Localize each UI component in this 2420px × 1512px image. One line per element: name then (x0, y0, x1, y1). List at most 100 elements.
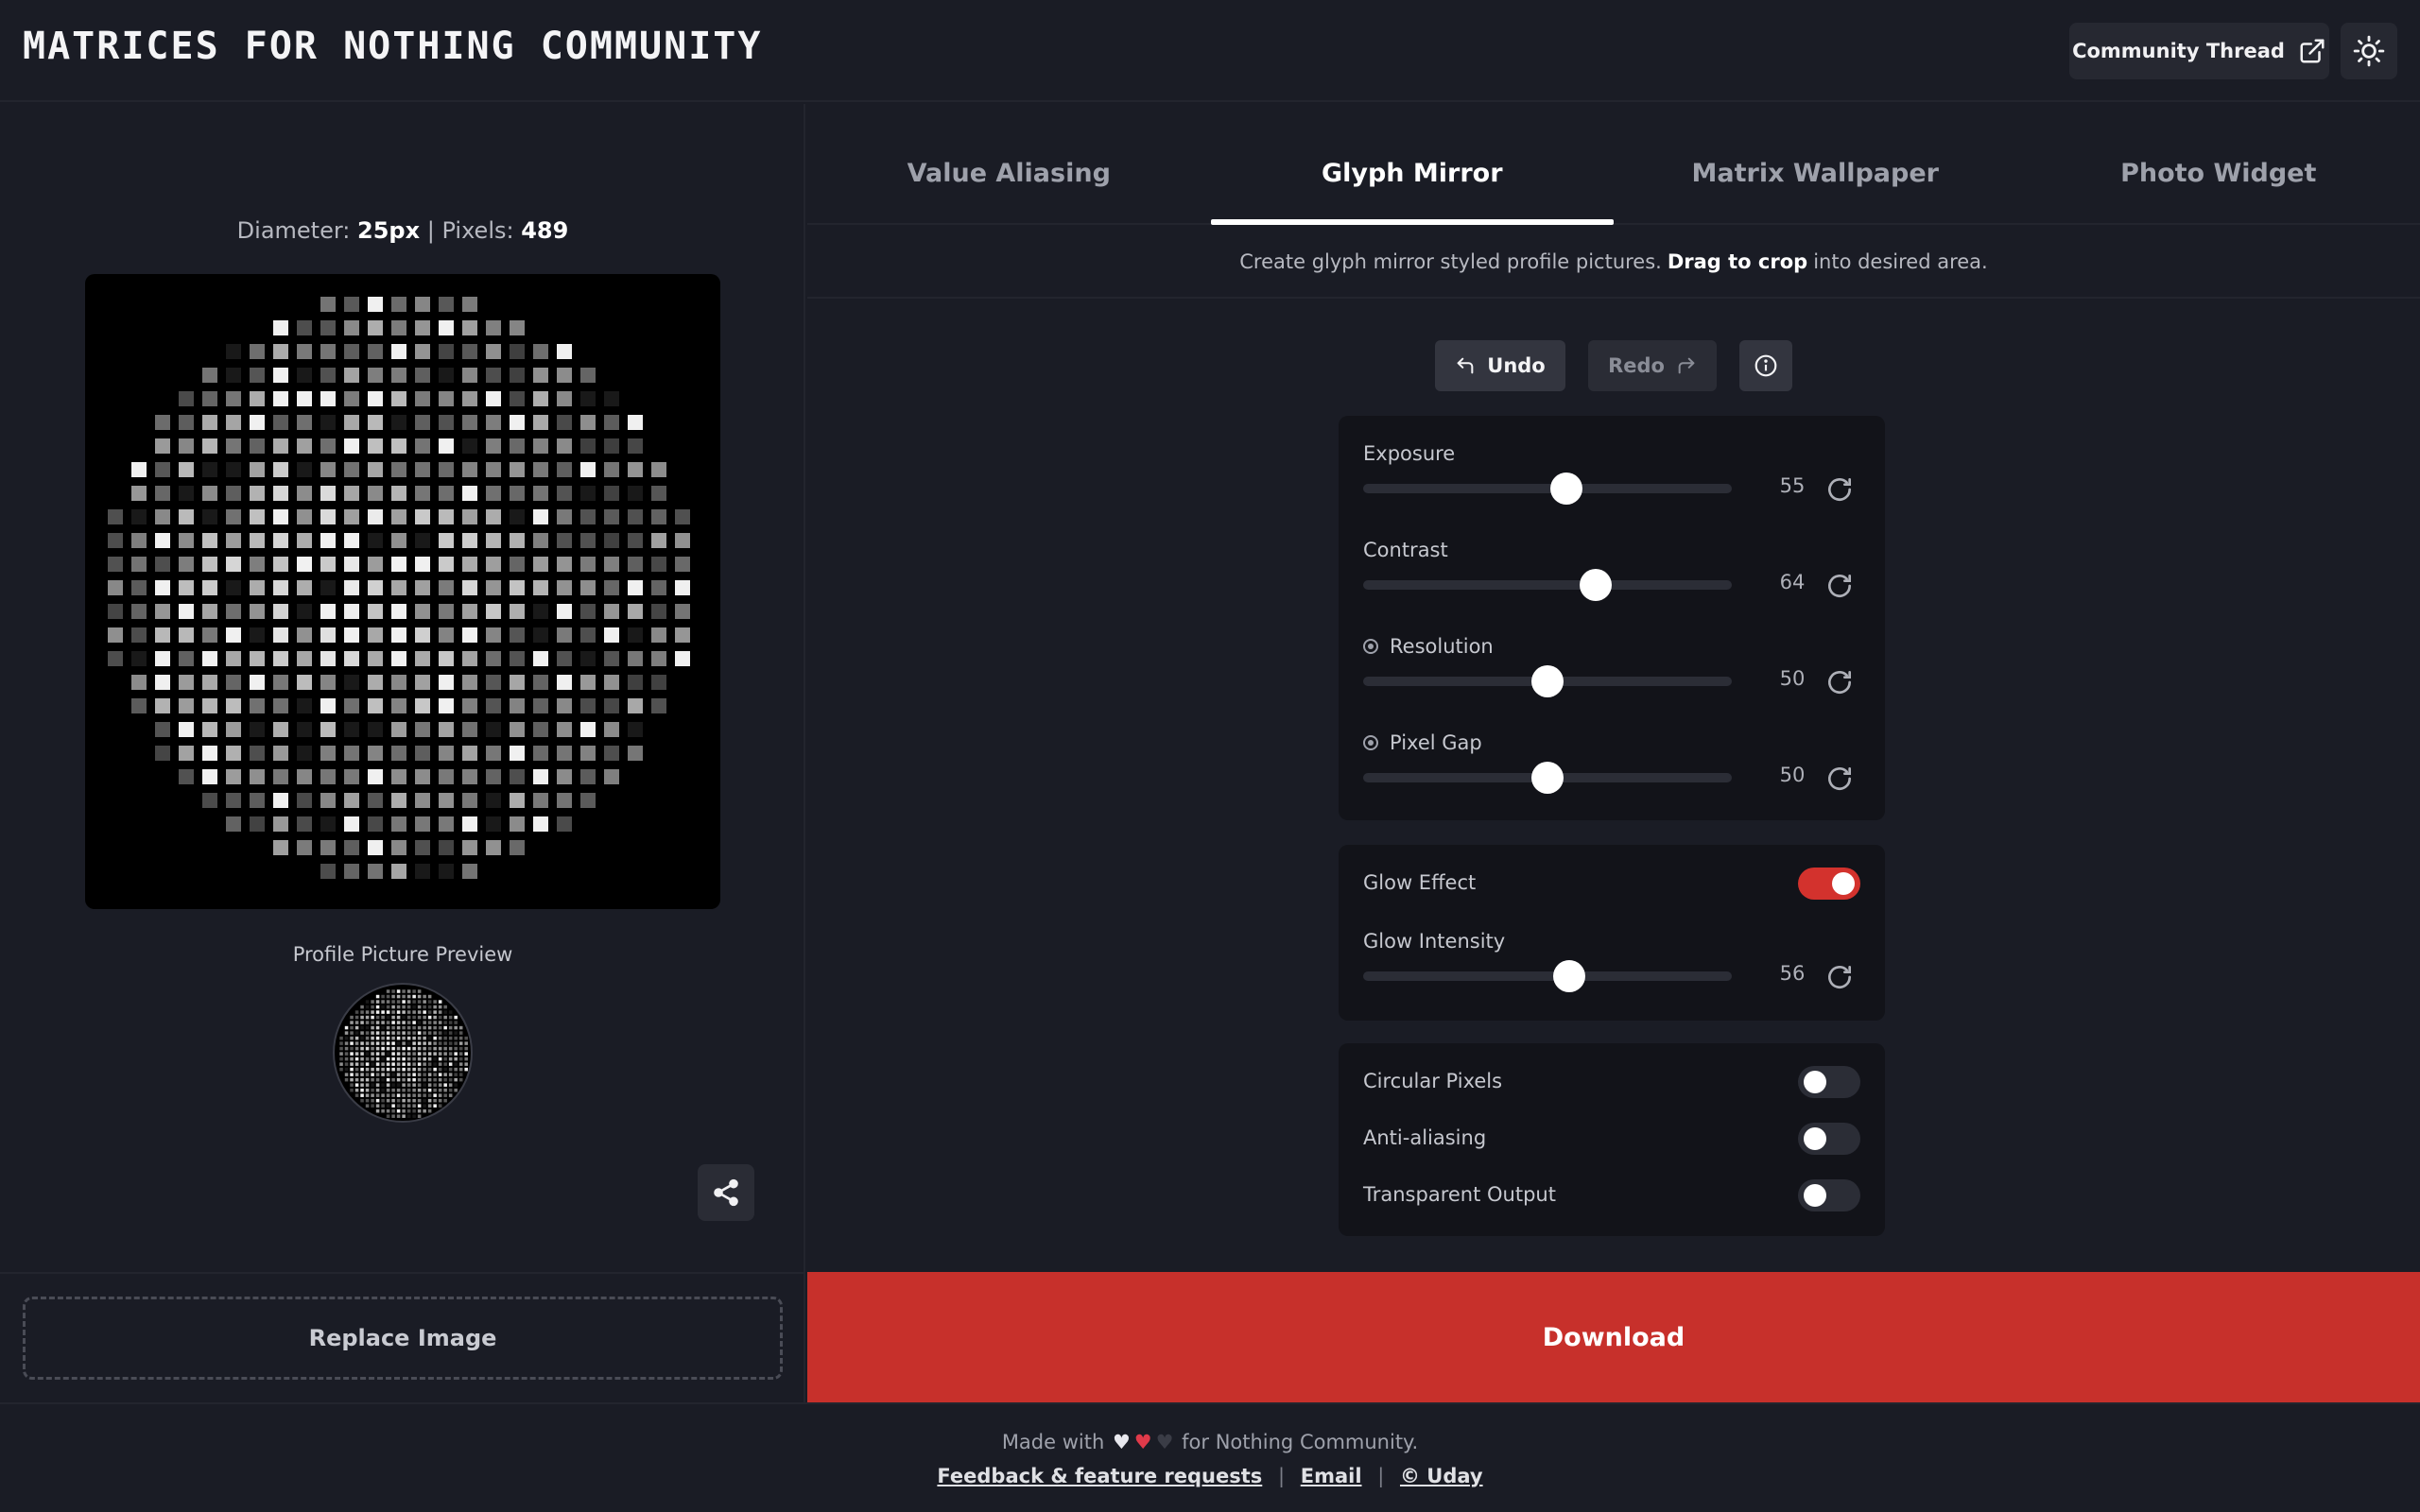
matrix-pixel (427, 1005, 432, 1009)
redo-button[interactable]: Redo (1588, 340, 1717, 391)
matrix-pixel (628, 746, 643, 761)
matrix-pixel (375, 1108, 380, 1113)
matrix-pixel (131, 698, 147, 713)
tab-glyph-mirror[interactable]: Glyph Mirror (1210, 104, 1615, 225)
info-button[interactable] (1739, 340, 1792, 391)
matrix-pixel (458, 1067, 463, 1072)
matrix-pixel (427, 1031, 432, 1035)
tagline-end: into desired area. (1813, 250, 1988, 273)
glyph-crop-canvas[interactable] (85, 274, 720, 909)
glow-intensity-thumb[interactable] (1553, 960, 1586, 992)
matrix-pixel (510, 722, 525, 737)
matrix-pixel (250, 675, 265, 690)
transparent-output-toggle[interactable] (1798, 1179, 1860, 1211)
matrix-pixel (448, 1041, 453, 1045)
reset-icon[interactable] (1824, 764, 1855, 794)
reset-icon[interactable] (1824, 667, 1855, 697)
matrix-pixel (391, 509, 406, 524)
glyph-matrix-image[interactable] (85, 274, 720, 909)
exposure-thumb[interactable] (1549, 472, 1582, 505)
exposure-slider[interactable] (1363, 472, 1732, 505)
feedback-link[interactable]: Feedback & feature requests (937, 1465, 1262, 1487)
reset-icon[interactable] (1824, 962, 1855, 992)
author-link[interactable]: © Uday (1400, 1465, 1483, 1487)
share-button[interactable] (698, 1164, 754, 1221)
matrix-pixel (375, 1010, 380, 1014)
matrix-pixel (557, 675, 572, 690)
glow-effect-toggle[interactable] (1798, 868, 1860, 900)
pixel-gap-radio-icon[interactable] (1363, 735, 1378, 750)
matrix-pixel (415, 391, 430, 406)
reset-icon[interactable] (1824, 474, 1855, 505)
app-logo[interactable]: MATRICES FOR NOTHING COMMUNITY (23, 25, 762, 68)
matrix-pixel (402, 1036, 406, 1040)
community-thread-button[interactable]: Community Thread (2069, 23, 2329, 79)
resolution-radio-icon[interactable] (1363, 639, 1378, 654)
pixel-gap-thumb[interactable] (1531, 762, 1564, 794)
matrix-pixel (443, 1057, 447, 1061)
matrix-pixel (439, 864, 454, 879)
replace-image-button[interactable]: Replace Image (23, 1297, 783, 1380)
matrix-pixel (462, 840, 477, 855)
tab-matrix-wallpaper[interactable]: Matrix Wallpaper (1614, 104, 2017, 223)
matrix-pixel (250, 557, 265, 572)
matrix-pixel (443, 1025, 447, 1030)
pixel-gap-slider[interactable] (1363, 762, 1732, 794)
matrix-pixel (427, 1025, 432, 1030)
resolution-slider[interactable] (1363, 665, 1732, 697)
matrix-pixel (423, 1031, 426, 1035)
matrix-pixel (443, 1083, 447, 1087)
matrix-pixel (402, 1088, 406, 1092)
matrix-pixel (580, 438, 596, 454)
theme-toggle-button[interactable] (2341, 23, 2397, 79)
matrix-pixel (273, 462, 288, 477)
matrix-pixel (443, 1062, 447, 1066)
download-button[interactable]: Download (807, 1272, 2420, 1402)
matrix-pixel (344, 580, 359, 595)
matrix-pixel (354, 1052, 359, 1056)
matrix-pixel (396, 1077, 401, 1082)
email-link[interactable]: Email (1301, 1465, 1362, 1487)
matrix-pixel (433, 1025, 437, 1030)
matrix-pixel (371, 1025, 374, 1030)
tab-value-aliasing[interactable]: Value Aliasing (807, 104, 1211, 223)
matrix-pixel (651, 627, 666, 643)
contrast-thumb[interactable] (1579, 569, 1612, 601)
matrix-pixel (391, 816, 406, 832)
matrix-pixel (108, 604, 123, 619)
circular-pixels-toggle[interactable] (1798, 1066, 1860, 1098)
matrix-pixel (580, 462, 596, 477)
matrix-pixel (651, 675, 666, 690)
matrix-pixel (273, 368, 288, 383)
matrix-pixel (423, 1104, 426, 1108)
matrix-pixel (448, 1010, 453, 1014)
glow-intensity-slider[interactable] (1363, 960, 1732, 992)
undo-button[interactable]: Undo (1435, 340, 1565, 391)
matrix-pixel (433, 1052, 437, 1056)
matrix-pixel (368, 840, 383, 855)
reset-icon[interactable] (1824, 571, 1855, 601)
matrix-pixel (391, 391, 406, 406)
anti-aliasing-toggle[interactable] (1798, 1123, 1860, 1155)
matrix-pixel (375, 1057, 380, 1061)
tab-photo-widget[interactable]: Photo Widget (2017, 104, 2420, 223)
matrix-pixel (273, 651, 288, 666)
matrix-pixel (448, 1015, 453, 1020)
resolution-thumb[interactable] (1531, 665, 1564, 697)
matrix-pixel (402, 1031, 406, 1035)
matrix-pixel (433, 1062, 437, 1066)
contrast-slider[interactable] (1363, 569, 1732, 601)
matrix-pixel (371, 1015, 374, 1020)
matrix-pixel (344, 1025, 349, 1030)
matrix-pixel (320, 438, 336, 454)
matrix-pixel (344, 840, 359, 855)
matrix-pixel (354, 1057, 359, 1061)
matrix-pixel (354, 1062, 359, 1066)
matrix-pixel (604, 415, 619, 430)
matrix-pixel (438, 1015, 442, 1020)
matrix-pixel (386, 1021, 390, 1024)
matrix-pixel (386, 1088, 390, 1092)
matrix-pixel (533, 509, 548, 524)
matrix-pixel (423, 1073, 426, 1076)
matrix-pixel (391, 1046, 395, 1051)
